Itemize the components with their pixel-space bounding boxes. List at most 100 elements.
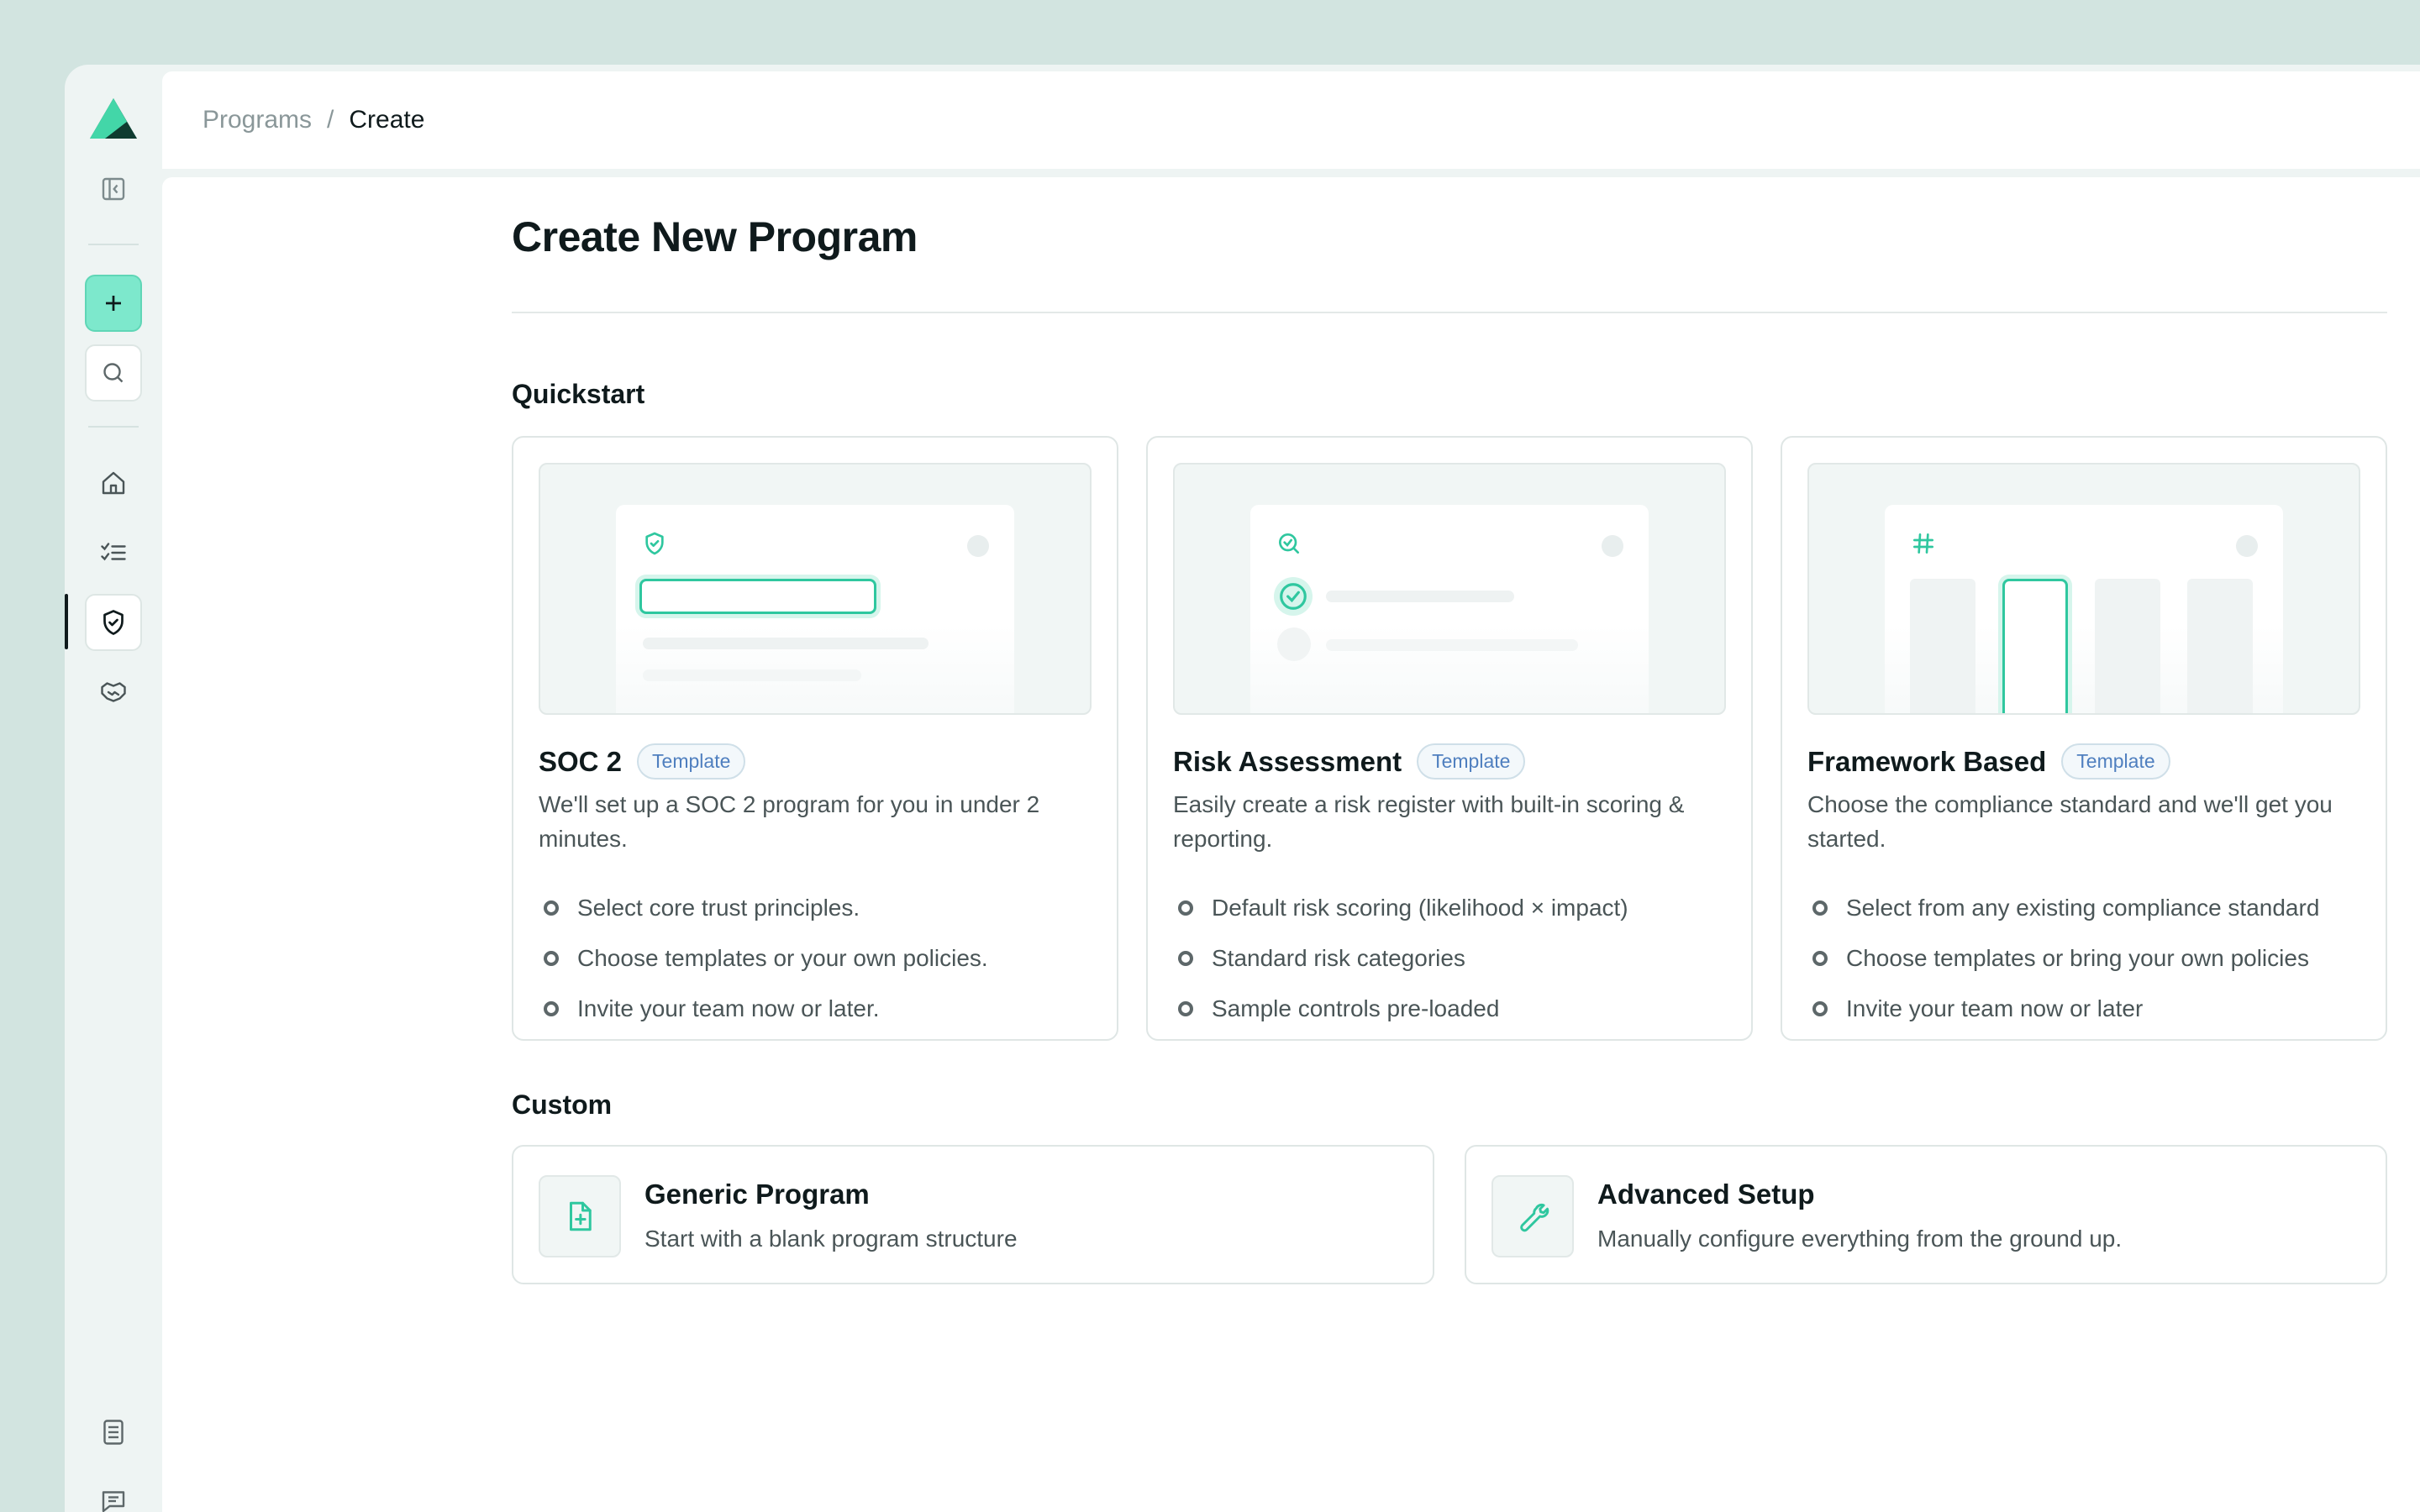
- template-badge: Template: [2061, 743, 2170, 780]
- bullet-ring-icon: [1812, 900, 1828, 916]
- template-badge: Template: [1417, 743, 1526, 780]
- preview-line: [643, 638, 929, 649]
- breadcrumb: Programs / Create: [162, 71, 2420, 169]
- bullet-text: Standard risk categories: [1212, 945, 1465, 971]
- bullet-text: Invite your team now or later.: [577, 995, 880, 1021]
- bullet-text: Invite your team now or later: [1846, 995, 2144, 1021]
- collapse-sidebar-icon: [102, 177, 125, 201]
- quickstart-card-soc2[interactable]: SOC 2 Template We'll set up a SOC 2 prog…: [512, 436, 1118, 1041]
- card-description: We'll set up a SOC 2 program for you in …: [539, 791, 1040, 852]
- sidebar-item-tasks[interactable]: [85, 524, 142, 581]
- handshake-icon: [101, 682, 126, 702]
- bullet-ring-icon: [1812, 951, 1828, 966]
- bullet-item: Standard risk categories: [1173, 933, 1628, 984]
- wrench-icon: [1520, 1203, 1549, 1232]
- quickstart-card-framework-based[interactable]: Framework Based Template Choose the comp…: [1781, 436, 2387, 1041]
- bullet-text: Choose templates or bring your own polic…: [1846, 945, 2309, 971]
- preview-column: [2187, 579, 2253, 713]
- app-window: Programs / Create Create New Program Qui…: [65, 65, 2420, 1512]
- sidebar-divider: [88, 426, 139, 428]
- card-description: Easily create a risk register with built…: [1173, 791, 1685, 852]
- sidebar-item-docs[interactable]: [85, 1404, 142, 1461]
- bullet-item: Invite your team now or later: [1807, 984, 2319, 1034]
- bullet-ring-icon: [1178, 951, 1193, 966]
- sidebar-item-home[interactable]: [85, 454, 142, 512]
- sidebar-item-vendors[interactable]: [85, 664, 142, 721]
- preview-check-circle: [1274, 577, 1313, 616]
- sidebar-item-programs[interactable]: [85, 594, 142, 651]
- bullet-text: Default risk scoring (likelihood × impac…: [1212, 895, 1628, 921]
- custom-card-description: Start with a blank program structure: [644, 1226, 1018, 1252]
- bullet-text: Select core trust principles.: [577, 895, 860, 921]
- preview-line: [643, 669, 861, 681]
- hash-icon: [1913, 533, 1933, 554]
- sidebar: [65, 65, 162, 1512]
- search-button[interactable]: [85, 344, 142, 402]
- bullet-item: Choose templates or your own policies.: [539, 933, 988, 984]
- logo-icon[interactable]: [88, 97, 139, 142]
- preview-column-selected: [2002, 579, 2068, 713]
- custom-card-icon-box: [1491, 1175, 1574, 1257]
- preview-dot: [967, 535, 989, 557]
- card-header: Risk Assessment Template: [1173, 743, 1526, 780]
- card-bullets: Select core trust principles. Choose tem…: [539, 883, 988, 1034]
- checklist-icon: [101, 543, 126, 561]
- file-plus-icon: [570, 1201, 592, 1231]
- add-button[interactable]: [85, 275, 142, 332]
- bullet-text: Choose templates or your own policies.: [577, 945, 988, 971]
- custom-card-generic-program[interactable]: Generic Program Start with a blank progr…: [512, 1145, 1434, 1284]
- main-content: Create New Program Quickstart SOC 2 Temp…: [162, 177, 2420, 1512]
- card-title: Framework Based: [1807, 745, 2047, 777]
- sidebar-divider: [88, 244, 139, 245]
- custom-card-title: Generic Program: [644, 1179, 870, 1210]
- preview-dot: [2236, 535, 2258, 557]
- home-icon: [102, 471, 125, 495]
- check-circle-icon: [1280, 583, 1307, 610]
- search-icon: [103, 363, 124, 383]
- bullet-ring-icon: [544, 900, 559, 916]
- section-label-custom: Custom: [512, 1089, 613, 1120]
- preview-line: [1326, 591, 1514, 602]
- bullet-item: Invite your team now or later.: [539, 984, 988, 1034]
- bullet-text: Select from any existing compliance stan…: [1846, 895, 2320, 921]
- bullet-item: Default risk scoring (likelihood × impac…: [1173, 883, 1628, 933]
- shield-check-icon: [645, 532, 664, 555]
- bullet-item: Choose templates or bring your own polic…: [1807, 933, 2319, 984]
- card-header: SOC 2 Template: [539, 743, 746, 780]
- card-title: Risk Assessment: [1173, 745, 1402, 777]
- bullet-text: Sample controls pre-loaded: [1212, 995, 1500, 1021]
- section-label-quickstart: Quickstart: [512, 379, 645, 409]
- custom-card-advanced-setup[interactable]: Advanced Setup Manually configure everyt…: [1465, 1145, 2387, 1284]
- breadcrumb-separator: /: [327, 106, 334, 134]
- collapse-sidebar-button[interactable]: [85, 160, 142, 218]
- card-preview: [1807, 463, 2360, 715]
- bullet-item: Sample controls pre-loaded: [1173, 984, 1628, 1034]
- template-badge: Template: [637, 743, 746, 780]
- page-title: Create New Program: [512, 213, 918, 260]
- preview-line: [1326, 639, 1578, 651]
- custom-card-description: Manually configure everything from the g…: [1597, 1226, 2123, 1252]
- card-title: SOC 2: [539, 745, 623, 777]
- preview-column: [2095, 579, 2160, 713]
- bullet-ring-icon: [544, 951, 559, 966]
- bullet-item: Select core trust principles.: [539, 883, 988, 933]
- card-preview: [1173, 463, 1726, 715]
- custom-card-title: Advanced Setup: [1597, 1179, 1815, 1210]
- sidebar-item-messages[interactable]: [85, 1473, 142, 1512]
- preview-dot: [1602, 535, 1623, 557]
- preview-panel: [1885, 505, 2283, 713]
- card-header: Framework Based Template: [1807, 743, 2170, 780]
- quickstart-card-risk-assessment[interactable]: Risk Assessment Template Easily create a…: [1146, 436, 1753, 1041]
- bullet-item: Select from any existing compliance stan…: [1807, 883, 2319, 933]
- preview-column: [1910, 579, 1975, 713]
- bullet-ring-icon: [1812, 1001, 1828, 1016]
- custom-card-icon-box: [539, 1175, 621, 1257]
- preview-input-placeholder: [639, 579, 876, 614]
- bullet-ring-icon: [1178, 900, 1193, 916]
- search-check-icon: [1279, 533, 1299, 554]
- active-indicator: [65, 594, 68, 649]
- bullet-ring-icon: [544, 1001, 559, 1016]
- preview-panel: [1250, 505, 1649, 713]
- breadcrumb-link-programs[interactable]: Programs: [203, 106, 312, 134]
- bullet-ring-icon: [1178, 1001, 1193, 1016]
